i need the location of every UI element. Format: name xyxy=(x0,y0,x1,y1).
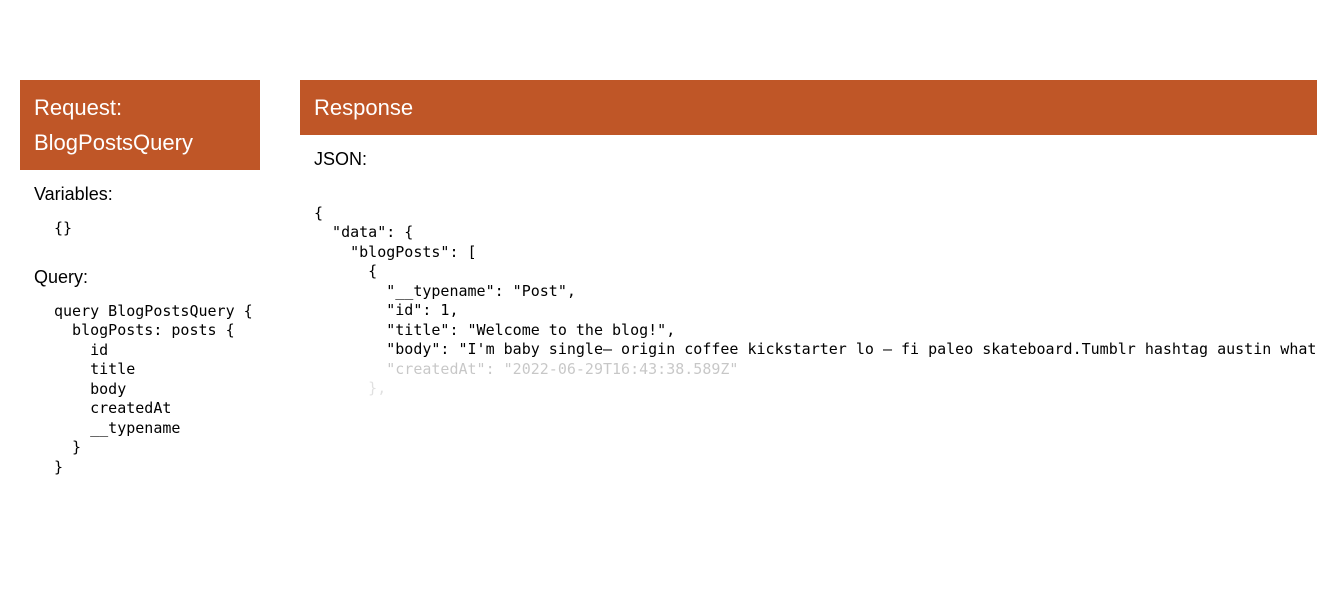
json-line: "id": 1, xyxy=(314,301,459,319)
json-code: { "data": { "blogPosts": [ { "__typename… xyxy=(300,184,1317,413)
request-header: Request: BlogPostsQuery xyxy=(20,80,260,170)
json-label: JSON: xyxy=(300,135,1317,184)
request-panel: Request: BlogPostsQuery Variables: {} Qu… xyxy=(20,80,260,491)
main-container: Request: BlogPostsQuery Variables: {} Qu… xyxy=(0,0,1337,511)
json-line-faded: "createdAt": "2022-06-29T16:43:38.589Z" xyxy=(314,360,738,378)
json-line: "body": "I'm baby single– origin coffee … xyxy=(314,340,1317,358)
json-line: { xyxy=(314,204,323,222)
query-code: query BlogPostsQuery { blogPosts: posts … xyxy=(20,302,260,492)
json-line: "data": { xyxy=(314,223,413,241)
response-panel: Response JSON: { "data": { "blogPosts": … xyxy=(300,80,1317,491)
json-line-faded: }, xyxy=(314,379,386,397)
json-line: "blogPosts": [ xyxy=(314,243,477,261)
response-header: Response xyxy=(300,80,1317,135)
json-line: { xyxy=(314,262,377,280)
query-label: Query: xyxy=(20,253,260,302)
json-line: "title": "Welcome to the blog!", xyxy=(314,321,675,339)
variables-label: Variables: xyxy=(20,170,260,219)
variables-code: {} xyxy=(20,219,260,253)
json-line: "__typename": "Post", xyxy=(314,282,576,300)
